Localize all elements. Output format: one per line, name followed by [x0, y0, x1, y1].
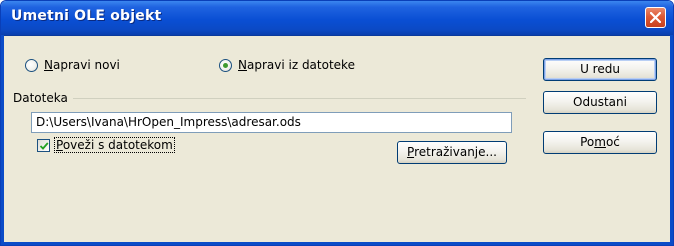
file-group-label: Datoteka — [13, 91, 68, 105]
radio-create-from-file-label: Napravi iz datoteke — [238, 58, 355, 72]
radio-create-from-file-circle[interactable] — [219, 58, 232, 72]
radio-create-new-circle[interactable] — [25, 58, 38, 72]
radio-create-new-label: Napravi novi — [44, 58, 120, 72]
radio-selected-dot — [223, 62, 228, 68]
file-group-divider — [73, 98, 526, 99]
ok-button[interactable]: U redu — [543, 58, 657, 81]
help-button[interactable]: Pomoć — [543, 131, 657, 154]
window-frame-bottom — [1, 242, 673, 245]
link-to-file-label: Poveži s datotekom — [54, 137, 175, 153]
radio-create-from-file[interactable]: Napravi iz datoteke — [219, 58, 355, 72]
link-to-file-checkbox[interactable] — [37, 138, 50, 152]
cancel-button[interactable]: Odustani — [543, 91, 657, 114]
close-button[interactable] — [645, 7, 666, 28]
window-frame-right — [670, 35, 673, 245]
title-bar[interactable]: Umetni OLE objekt — [1, 1, 673, 36]
insert-ole-object-dialog: Umetni OLE objekt Napravi novi Napravi i… — [0, 0, 674, 246]
radio-create-new[interactable]: Napravi novi — [25, 58, 120, 72]
browse-button[interactable]: Pretraživanje... — [397, 141, 507, 164]
window-title: Umetni OLE objekt — [11, 8, 162, 24]
link-to-file-checkbox-row[interactable]: Poveži s datotekom — [37, 137, 175, 153]
file-path-input[interactable]: D:\Users\Ivana\HrOpen_Impress\adresar.od… — [31, 112, 512, 133]
window-frame-left — [1, 35, 4, 245]
